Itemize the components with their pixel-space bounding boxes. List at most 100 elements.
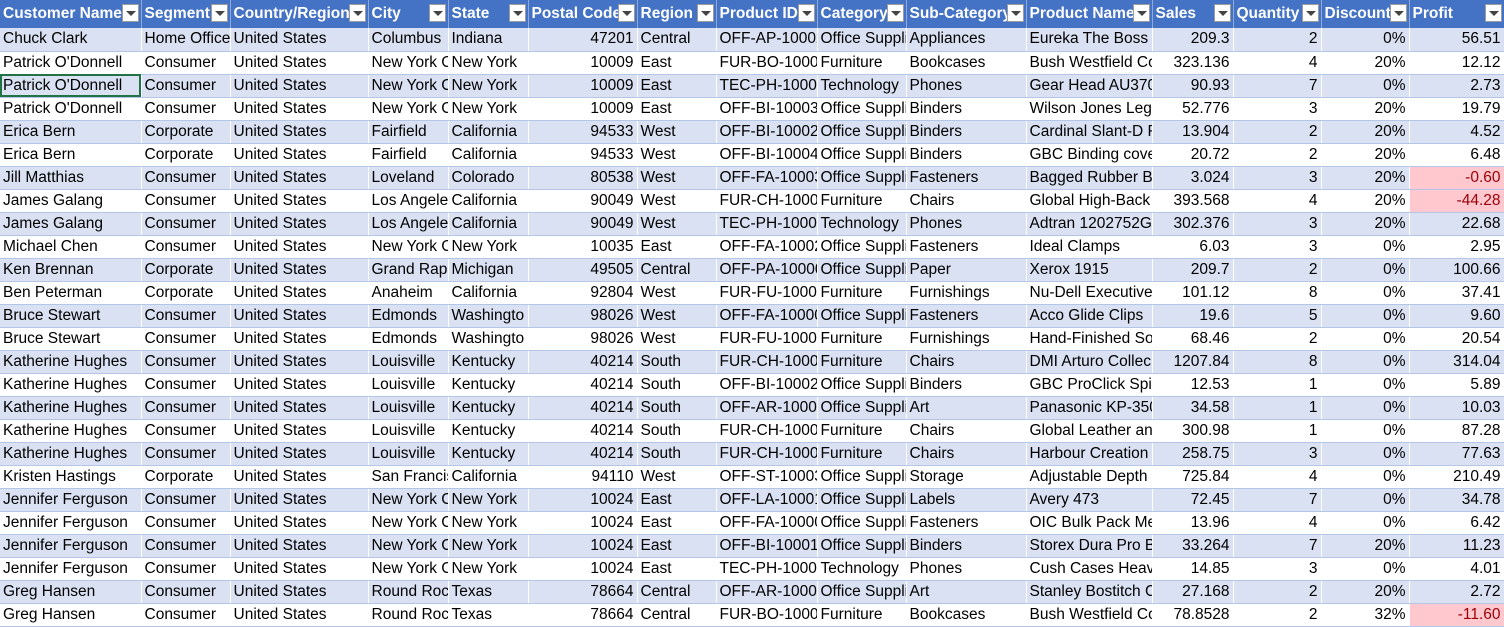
cell-quantity[interactable]: 8 (1233, 350, 1322, 374)
cell-region[interactable]: West (637, 189, 717, 213)
cell-product_id[interactable]: OFF-FA-10002 (716, 235, 818, 259)
cell-region[interactable]: East (637, 488, 717, 512)
cell-sales[interactable]: 13.96 (1152, 511, 1234, 535)
cell-discount[interactable]: 0% (1321, 419, 1410, 443)
cell-postal[interactable]: 98026 (528, 327, 638, 351)
cell-discount[interactable]: 20% (1321, 189, 1410, 213)
cell-product_id[interactable]: OFF-AR-10003 (716, 396, 818, 420)
cell-segment[interactable]: Consumer (141, 74, 231, 98)
cell-postal[interactable]: 10024 (528, 511, 638, 535)
cell-product_id[interactable]: TEC-PH-10002 (716, 212, 818, 236)
cell-country[interactable]: United States (230, 419, 369, 443)
cell-subcategory[interactable]: Furnishings (906, 327, 1027, 351)
cell-postal[interactable]: 49505 (528, 258, 638, 282)
cell-product_name[interactable]: GBC ProClick Spin (1026, 373, 1153, 397)
cell-country[interactable]: United States (230, 281, 369, 305)
filter-dropdown-icon[interactable] (1389, 4, 1407, 22)
filter-dropdown-icon[interactable] (1132, 4, 1150, 22)
cell-country[interactable]: United States (230, 557, 369, 581)
cell-subcategory[interactable]: Bookcases (906, 51, 1027, 75)
cell-sales[interactable]: 209.3 (1152, 28, 1234, 52)
cell-product_id[interactable]: OFF-BI-10004 (716, 143, 818, 167)
cell-customer[interactable]: Erica Bern (0, 120, 142, 144)
cell-subcategory[interactable]: Art (906, 580, 1027, 604)
cell-customer[interactable]: Katherine Hughes (0, 396, 142, 420)
cell-discount[interactable]: 20% (1321, 534, 1410, 558)
cell-city[interactable]: Louisville (368, 396, 449, 420)
cell-customer[interactable]: Kristen Hastings (0, 465, 142, 489)
cell-subcategory[interactable]: Phones (906, 74, 1027, 98)
cell-category[interactable]: Furniture (817, 281, 907, 305)
cell-city[interactable]: Louisville (368, 350, 449, 374)
cell-segment[interactable]: Corporate (141, 143, 231, 167)
cell-city[interactable]: New York C (368, 235, 449, 259)
cell-quantity[interactable]: 4 (1233, 51, 1322, 75)
cell-discount[interactable]: 0% (1321, 74, 1410, 98)
column-header-profit[interactable]: Profit (1409, 0, 1504, 28)
cell-state[interactable]: Texas (448, 603, 529, 627)
cell-product_name[interactable]: Xerox 1915 (1026, 258, 1153, 282)
cell-discount[interactable]: 0% (1321, 557, 1410, 581)
cell-category[interactable]: Office Suppli (817, 396, 907, 420)
cell-customer[interactable]: Katherine Hughes (0, 373, 142, 397)
cell-quantity[interactable]: 3 (1233, 212, 1322, 236)
cell-customer[interactable]: James Galang (0, 212, 142, 236)
cell-customer[interactable]: Jennifer Ferguson (0, 557, 142, 581)
cell-customer[interactable]: Ben Peterman (0, 281, 142, 305)
cell-sales[interactable]: 90.93 (1152, 74, 1234, 98)
cell-postal[interactable]: 40214 (528, 373, 638, 397)
column-header-product_name[interactable]: Product Name (1026, 0, 1153, 28)
cell-segment[interactable]: Home Office (141, 28, 231, 52)
cell-profit[interactable]: 20.54 (1409, 327, 1504, 351)
cell-quantity[interactable]: 7 (1233, 488, 1322, 512)
cell-quantity[interactable]: 1 (1233, 396, 1322, 420)
cell-postal[interactable]: 40214 (528, 419, 638, 443)
cell-quantity[interactable]: 4 (1233, 189, 1322, 213)
cell-category[interactable]: Furniture (817, 442, 907, 466)
cell-profit[interactable]: 77.63 (1409, 442, 1504, 466)
cell-subcategory[interactable]: Chairs (906, 350, 1027, 374)
cell-country[interactable]: United States (230, 327, 369, 351)
cell-profit[interactable]: 6.48 (1409, 143, 1504, 167)
cell-profit[interactable]: 5.89 (1409, 373, 1504, 397)
cell-subcategory[interactable]: Phones (906, 212, 1027, 236)
cell-sales[interactable]: 725.84 (1152, 465, 1234, 489)
column-header-product_id[interactable]: Product ID (716, 0, 818, 28)
cell-postal[interactable]: 98026 (528, 304, 638, 328)
cell-quantity[interactable]: 2 (1233, 258, 1322, 282)
cell-state[interactable]: Colorado (448, 166, 529, 190)
cell-discount[interactable]: 0% (1321, 511, 1410, 535)
cell-subcategory[interactable]: Binders (906, 373, 1027, 397)
cell-product_name[interactable]: Storex Dura Pro B (1026, 534, 1153, 558)
cell-sales[interactable]: 68.46 (1152, 327, 1234, 351)
cell-profit[interactable]: 19.79 (1409, 97, 1504, 121)
cell-category[interactable]: Furniture (817, 350, 907, 374)
cell-region[interactable]: West (637, 120, 717, 144)
cell-city[interactable]: Anaheim (368, 281, 449, 305)
cell-subcategory[interactable]: Fasteners (906, 166, 1027, 190)
cell-customer[interactable]: Jill Matthias (0, 166, 142, 190)
cell-subcategory[interactable]: Binders (906, 143, 1027, 167)
cell-category[interactable]: Furniture (817, 51, 907, 75)
cell-country[interactable]: United States (230, 74, 369, 98)
column-header-postal[interactable]: Postal Code (528, 0, 638, 28)
cell-product_id[interactable]: OFF-FA-10000 (716, 511, 818, 535)
cell-discount[interactable]: 0% (1321, 488, 1410, 512)
cell-state[interactable]: New York (448, 557, 529, 581)
cell-country[interactable]: United States (230, 465, 369, 489)
cell-city[interactable]: New York C (368, 74, 449, 98)
cell-category[interactable]: Office Suppli (817, 580, 907, 604)
cell-quantity[interactable]: 3 (1233, 166, 1322, 190)
cell-region[interactable]: West (637, 212, 717, 236)
cell-quantity[interactable]: 2 (1233, 28, 1322, 52)
cell-product_id[interactable]: OFF-PA-10000 (716, 258, 818, 282)
filter-dropdown-icon[interactable] (210, 4, 228, 22)
cell-discount[interactable]: 0% (1321, 465, 1410, 489)
cell-customer[interactable]: Patrick O'Donnell (0, 97, 142, 121)
cell-subcategory[interactable]: Fasteners (906, 304, 1027, 328)
cell-city[interactable]: Fairfield (368, 143, 449, 167)
cell-segment[interactable]: Consumer (141, 304, 231, 328)
cell-customer[interactable]: Patrick O'Donnell (0, 74, 142, 98)
cell-customer[interactable]: Katherine Hughes (0, 419, 142, 443)
cell-category[interactable]: Office Suppli (817, 166, 907, 190)
